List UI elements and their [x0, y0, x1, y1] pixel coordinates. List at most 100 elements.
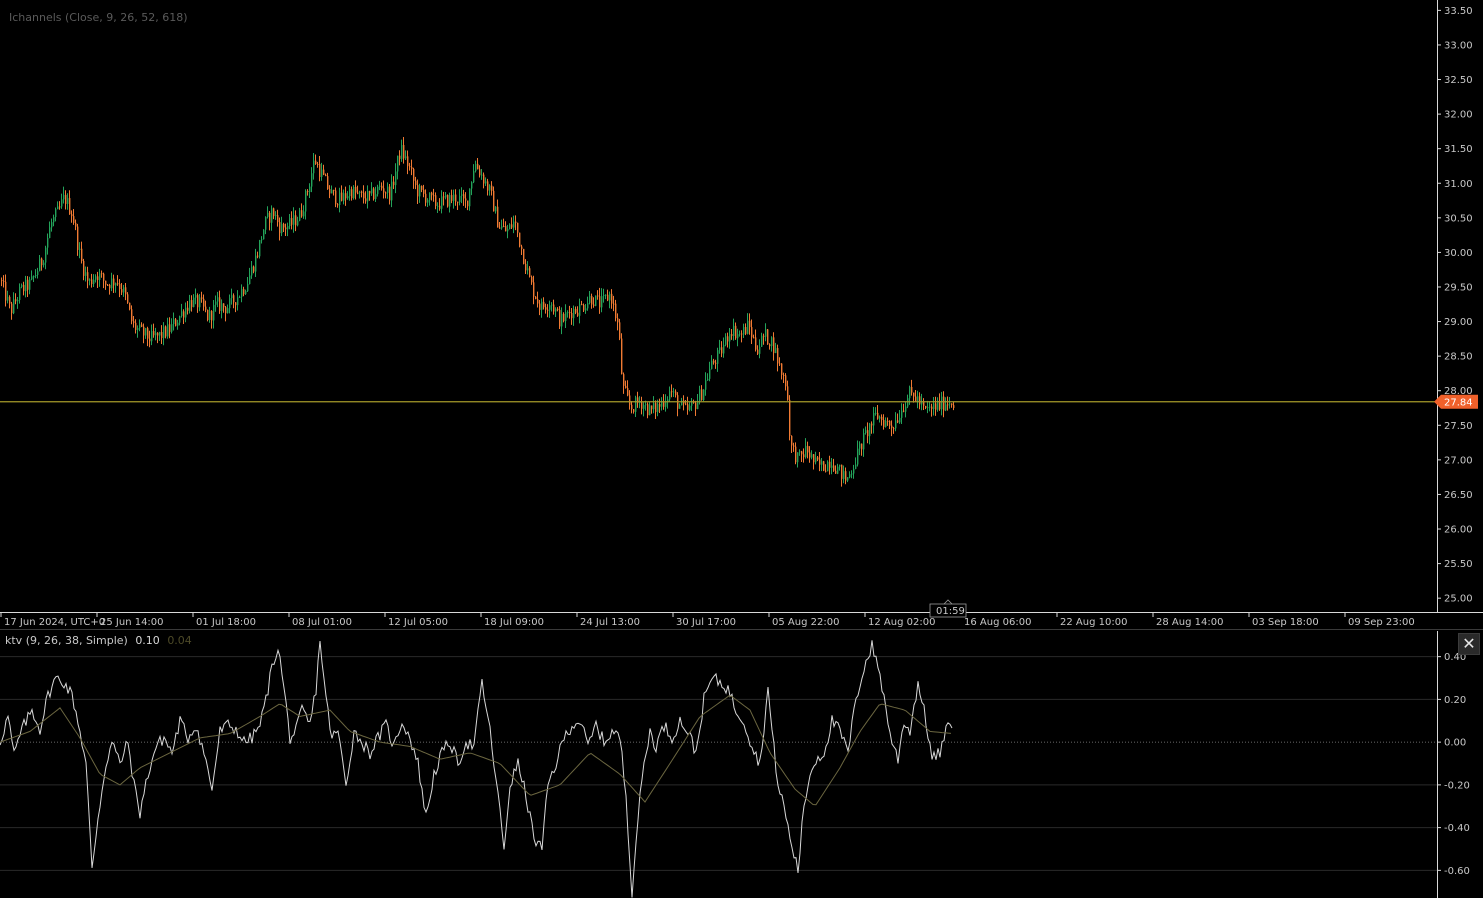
candle-body — [167, 324, 169, 337]
candle-body — [527, 268, 529, 271]
candle-body — [461, 194, 463, 196]
candle-body — [727, 336, 729, 342]
candle-body — [15, 299, 17, 302]
candle-body — [191, 300, 193, 307]
candle-body — [143, 326, 145, 336]
time-tick-label: 12 Jul 05:00 — [388, 617, 448, 628]
candle-body — [867, 430, 869, 437]
candle-body — [535, 296, 537, 300]
candle-body — [485, 181, 487, 184]
close-indicator-button[interactable]: ✕ — [1458, 633, 1480, 655]
candle-body — [775, 348, 777, 354]
candle-body — [953, 405, 955, 408]
candle-body — [583, 304, 585, 311]
candle-body — [283, 223, 285, 228]
labels-layer: 27.84 01:59 — [929, 394, 1478, 618]
candle-body — [517, 222, 519, 233]
price-tick-label: 33.50 — [1444, 6, 1473, 17]
candle-body — [881, 416, 883, 421]
candle-body — [647, 404, 649, 416]
candle-body — [769, 344, 771, 347]
candle-body — [57, 206, 59, 210]
candle-body — [337, 204, 339, 206]
candle-body — [363, 192, 365, 199]
candle-body — [431, 192, 433, 196]
candle-body — [575, 308, 577, 313]
candle-body — [701, 389, 703, 401]
candle-body — [435, 195, 437, 207]
candle-body — [373, 188, 375, 200]
candle-body — [895, 420, 897, 429]
chart-canvas[interactable]: 33.50 33.00 32.50 32.00 31.50 31.00 30.50 30.00… — [0, 0, 1483, 898]
candle-body — [131, 309, 133, 322]
candle-body — [257, 255, 259, 257]
candle-body — [349, 189, 351, 197]
candle-body — [797, 452, 799, 463]
candle-body — [343, 193, 345, 201]
ktv-main-line — [0, 640, 953, 898]
time-tick-label: 25 Jun 14:00 — [100, 617, 164, 628]
candle-body — [441, 196, 443, 209]
candle-body — [551, 304, 553, 306]
candle-body — [559, 309, 561, 327]
candle-body — [43, 262, 45, 266]
candle-body — [841, 464, 843, 479]
candle-body — [231, 295, 233, 299]
candle-body — [309, 186, 311, 193]
candle-body — [615, 303, 617, 319]
candle-body — [109, 284, 111, 289]
candle-body — [71, 214, 73, 217]
candle-body — [555, 308, 557, 312]
candle-body — [35, 274, 37, 277]
candle-body — [339, 192, 341, 206]
candle-body — [353, 186, 355, 199]
candle-body — [89, 279, 91, 281]
candle-body — [325, 174, 327, 177]
candle-body — [509, 224, 511, 230]
time-tick-label: 09 Sep 23:00 — [1348, 617, 1415, 628]
time-tick-label: 01 Jul 18:00 — [196, 617, 256, 628]
candle-body — [685, 403, 687, 405]
candle-body — [111, 278, 113, 289]
candle-body — [553, 304, 555, 312]
candle-body — [613, 303, 615, 305]
candle-body — [935, 403, 937, 410]
candle-body — [883, 420, 885, 427]
candle-body — [249, 275, 251, 285]
candle-body — [605, 294, 607, 296]
candle-body — [175, 319, 177, 326]
candle-body — [627, 388, 629, 396]
candle-body — [831, 465, 833, 468]
candle-body — [269, 212, 271, 223]
candle-body — [383, 188, 385, 193]
candle-body — [843, 471, 845, 479]
candle-body — [503, 226, 505, 228]
price-tick-label: 31.00 — [1444, 179, 1473, 190]
candle-body — [83, 260, 85, 276]
candle-body — [523, 248, 525, 264]
candle-body — [321, 169, 323, 177]
candle-body — [65, 194, 67, 204]
price-tick-label: 30.50 — [1444, 213, 1473, 224]
price-tick-label: 29.50 — [1444, 282, 1473, 293]
candle-body — [205, 306, 207, 310]
candle-body — [81, 248, 83, 261]
candle-body — [571, 312, 573, 319]
candle-body — [875, 412, 877, 414]
candle-body — [7, 296, 9, 301]
candle-body — [765, 329, 767, 337]
candle-body — [165, 326, 167, 337]
candle-body — [425, 193, 427, 203]
candle-body — [61, 199, 63, 207]
candle-body — [651, 405, 653, 410]
candle-body — [223, 303, 225, 308]
candle-body — [869, 423, 871, 437]
candle-body — [787, 386, 789, 400]
candle-body — [195, 295, 197, 298]
candle-body — [417, 185, 419, 197]
candle-body — [709, 368, 711, 379]
candle-body — [117, 283, 119, 285]
candle-body — [427, 199, 429, 203]
candle-body — [835, 470, 837, 474]
candle-body — [911, 387, 913, 393]
